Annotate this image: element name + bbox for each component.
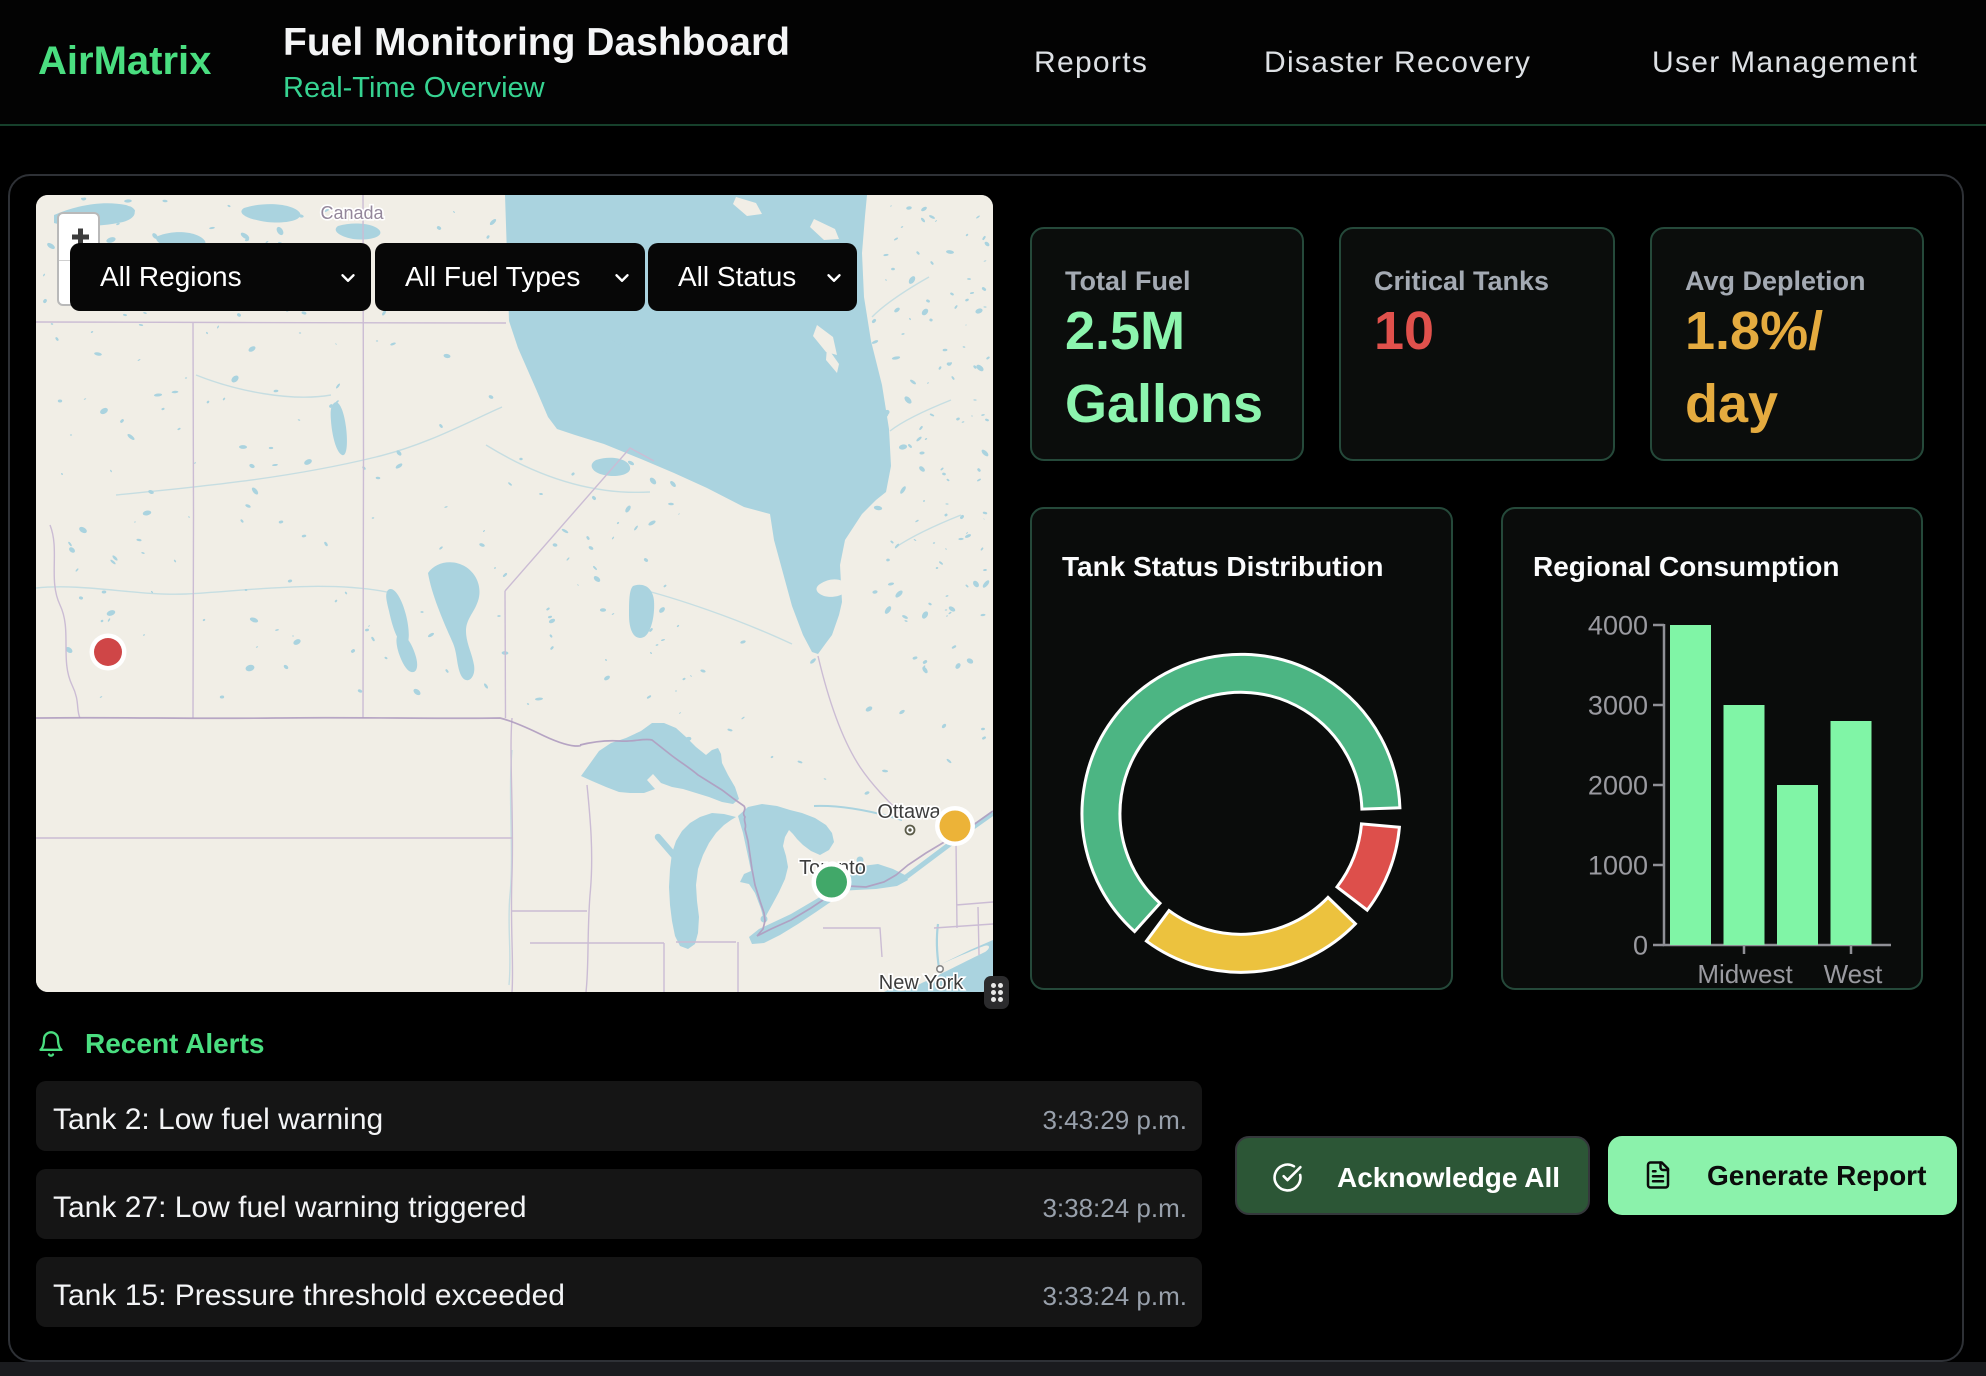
svg-text:0: 0 <box>1633 931 1648 961</box>
svg-text:New York: New York <box>879 972 964 992</box>
svg-text:2000: 2000 <box>1588 771 1648 801</box>
svg-text:1000: 1000 <box>1588 851 1648 881</box>
svg-text:Ottawa: Ottawa <box>877 801 941 823</box>
svg-text:4000: 4000 <box>1588 611 1648 641</box>
svg-text:West: West <box>1824 959 1884 989</box>
svg-text:Canada: Canada <box>320 203 384 223</box>
svg-text:3000: 3000 <box>1588 691 1648 721</box>
svg-text:Midwest: Midwest <box>1697 959 1793 989</box>
